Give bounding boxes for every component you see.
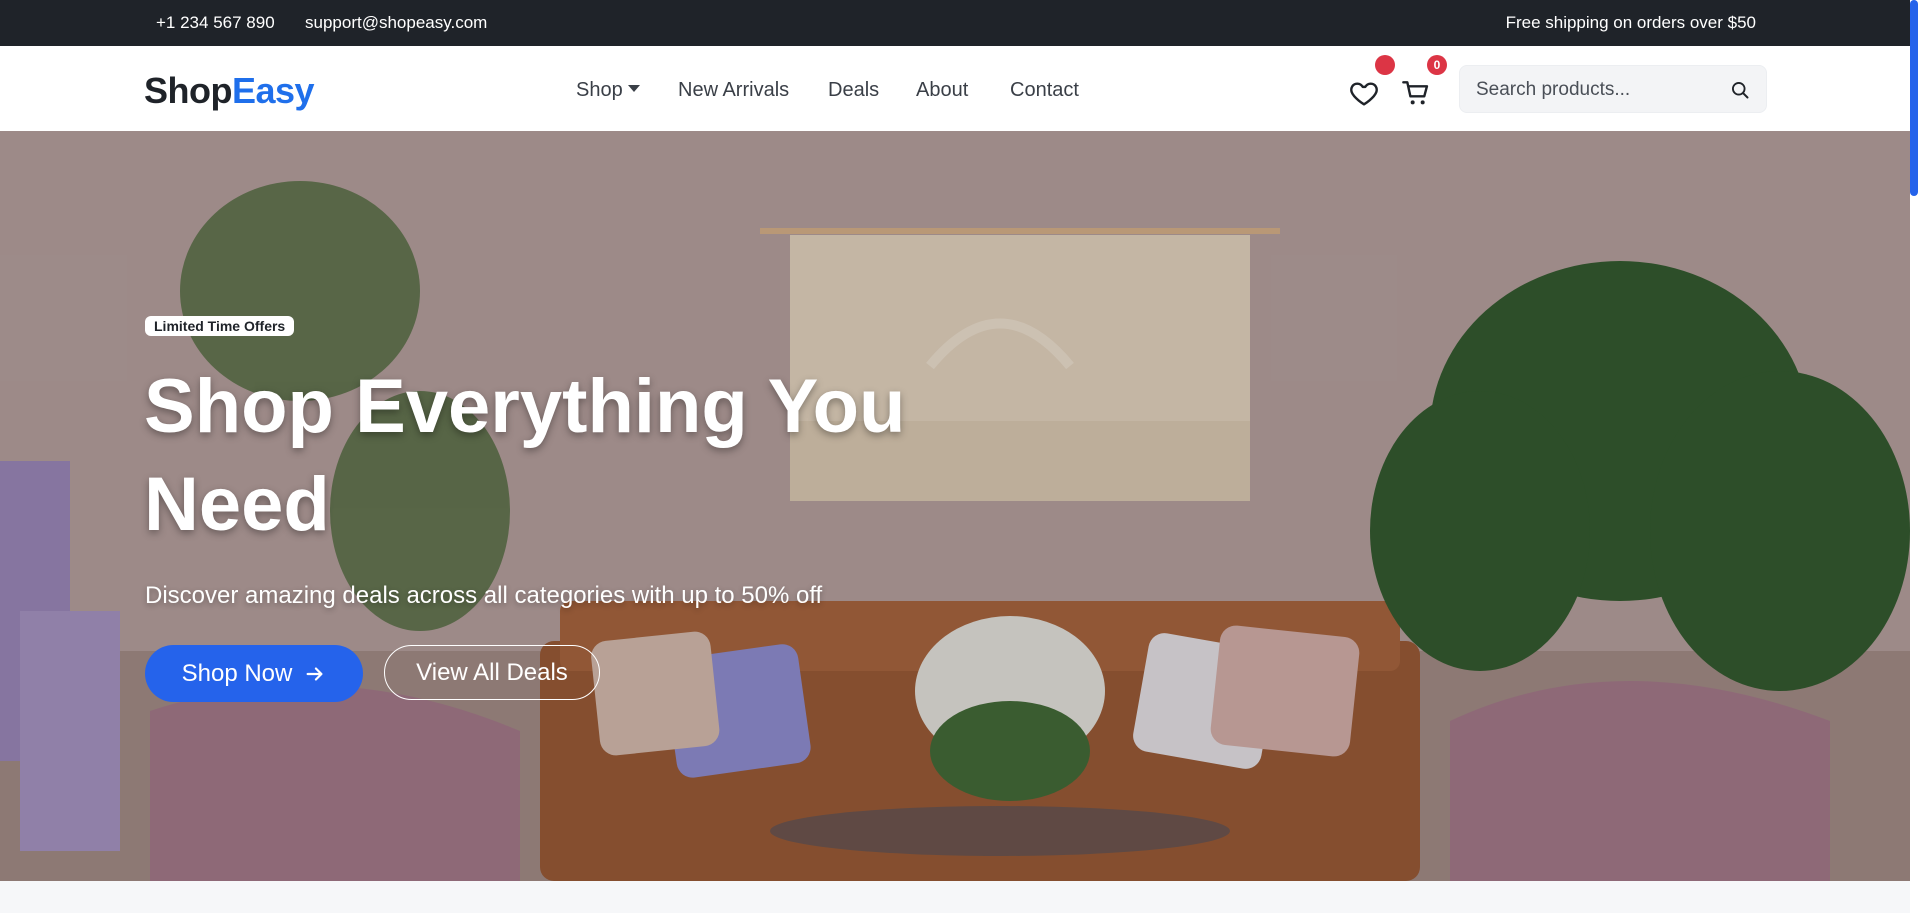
nav-new-arrivals[interactable]: New Arrivals bbox=[678, 79, 789, 102]
page-scrollbar[interactable] bbox=[1910, 0, 1918, 913]
cart-count-badge: 0 bbox=[1427, 55, 1447, 75]
nav-shop-label: Shop bbox=[576, 79, 623, 101]
nav-shop-dropdown[interactable]: Shop bbox=[576, 79, 640, 102]
caret-down-icon bbox=[627, 85, 640, 92]
view-all-deals-button[interactable]: View All Deals bbox=[384, 645, 600, 700]
limited-offer-badge: Limited Time Offers bbox=[145, 316, 295, 336]
heart-icon[interactable] bbox=[1348, 77, 1380, 109]
arrow-right-icon bbox=[306, 666, 323, 681]
shop-now-button[interactable]: Shop Now bbox=[145, 645, 363, 702]
nav-contact[interactable]: Contact bbox=[1010, 79, 1079, 102]
nav-deals[interactable]: Deals bbox=[828, 79, 879, 102]
view-all-deals-label: View All Deals bbox=[416, 658, 568, 686]
wishlist-badge bbox=[1375, 55, 1395, 75]
next-section-edge bbox=[0, 881, 1918, 913]
cart-icon[interactable] bbox=[1400, 77, 1432, 109]
top-info-bar: +1 234 567 890 support@shopeasy.com Free… bbox=[0, 0, 1910, 46]
search-input[interactable] bbox=[1474, 66, 1718, 114]
brand-part-shop: Shop bbox=[144, 70, 232, 111]
brand-part-easy: Easy bbox=[231, 70, 315, 111]
support-email[interactable]: support@shopeasy.com bbox=[305, 13, 487, 33]
shipping-promo: Free shipping on orders over $50 bbox=[1505, 13, 1756, 32]
hero-subtitle: Discover amazing deals across all catego… bbox=[145, 582, 823, 609]
brand-logo[interactable]: ShopEasy bbox=[144, 70, 315, 112]
hero-title: Shop Everything You Need bbox=[144, 364, 906, 547]
shop-now-label: Shop Now bbox=[181, 659, 293, 687]
phone-number[interactable]: +1 234 567 890 bbox=[156, 13, 275, 33]
search-icon[interactable] bbox=[1730, 80, 1750, 100]
nav-about[interactable]: About bbox=[916, 79, 968, 102]
search-box bbox=[1459, 65, 1767, 114]
scrollbar-thumb[interactable] bbox=[1910, 0, 1918, 196]
